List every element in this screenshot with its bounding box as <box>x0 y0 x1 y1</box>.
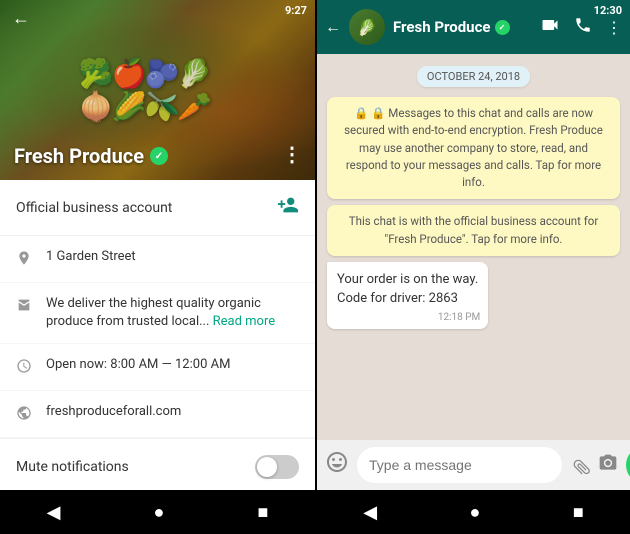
clock-icon <box>16 358 32 378</box>
official-business-label: Official business account <box>16 200 172 216</box>
message-text: Your order is on the way.Code for driver… <box>337 272 478 307</box>
recents-nav-icon[interactable]: ■ <box>258 502 269 523</box>
chat-body: OCTOBER 24, 2018 🔒 🔒 Messages to this ch… <box>317 54 630 440</box>
official-account-notice[interactable]: This chat is with the official business … <box>327 205 620 256</box>
message-timestamp: 12:18 PM <box>438 310 480 325</box>
profile-hero-image: ← 9:27 Fresh Produce ✓ ⋮ <box>0 0 315 180</box>
official-business-row: Official business account <box>0 180 315 236</box>
location-item: 1 Garden Street <box>0 236 315 283</box>
date-chip: OCTOBER 24, 2018 <box>417 66 530 87</box>
system-message-text: 🔒 Messages to this chat and calls are no… <box>344 106 603 189</box>
right-status-time: 12:30 <box>594 4 622 17</box>
right-home-nav-icon[interactable]: ● <box>470 502 481 523</box>
check-icon: ✓ <box>155 151 163 162</box>
camera-button[interactable] <box>598 453 618 478</box>
chat-back-button[interactable]: ← <box>325 17 341 37</box>
right-panel: ← 🥬 Fresh Produce ✓ <box>317 0 630 534</box>
phone-call-button[interactable] <box>574 16 592 38</box>
store-icon <box>16 297 32 317</box>
chat-message-bubble: Your order is on the way.Code for driver… <box>327 262 488 329</box>
header-actions: ⋮ <box>540 15 622 39</box>
right-back-nav-icon[interactable]: ◀ <box>363 502 377 523</box>
verified-badge: ✓ <box>150 147 168 165</box>
contact-name-row: Fresh Produce ✓ <box>393 18 532 36</box>
overflow-menu-icon[interactable]: ⋮ <box>606 18 622 37</box>
location-text: 1 Garden Street <box>46 248 136 266</box>
description-item: We deliver the highest quality organic p… <box>0 283 315 344</box>
message-input[interactable] <box>357 447 562 483</box>
contact-name: Fresh Produce <box>393 18 491 36</box>
info-section: 1 Garden Street We deliver the highest q… <box>0 236 315 439</box>
video-call-button[interactable] <box>540 15 560 39</box>
contact-avatar[interactable]: 🥬 <box>349 9 385 45</box>
back-button[interactable]: ← <box>12 8 30 29</box>
mic-button[interactable] <box>626 446 630 484</box>
mute-toggle[interactable] <box>255 455 299 479</box>
avatar-emoji: 🥬 <box>357 18 377 37</box>
mute-notifications-row[interactable]: Mute notifications <box>0 439 315 490</box>
profile-name-section: Fresh Produce ✓ <box>14 144 168 168</box>
chat-header: ← 🥬 Fresh Produce ✓ <box>317 0 630 54</box>
lock-icon: 🔒 <box>354 106 368 120</box>
left-nav-bar: ◀ ● ■ <box>0 490 315 534</box>
right-nav-bar: ◀ ● ■ <box>317 490 630 534</box>
profile-content: Official business account 1 Garden Stree… <box>0 180 315 490</box>
globe-icon <box>16 405 32 425</box>
back-nav-icon[interactable]: ◀ <box>47 502 61 523</box>
emoji-picker-button[interactable] <box>325 450 349 480</box>
website-item[interactable]: freshproduceforall.com <box>0 391 315 438</box>
official-message-text: This chat is with the official business … <box>349 214 598 245</box>
description-text: We deliver the highest quality organic p… <box>46 295 299 331</box>
location-icon <box>16 250 32 270</box>
mute-label: Mute notifications <box>16 459 129 475</box>
message-input-bar <box>317 440 630 490</box>
add-contact-button[interactable] <box>277 194 299 221</box>
overflow-menu-button[interactable]: ⋮ <box>282 142 303 166</box>
hours-text: Open now: 8:00 AM — 12:00 AM <box>46 356 230 374</box>
left-top-bar: ← <box>0 0 315 33</box>
encryption-notice[interactable]: 🔒 🔒 Messages to this chat and calls are … <box>327 97 620 199</box>
settings-section: Mute notifications Custom notifications <box>0 439 315 490</box>
contact-info[interactable]: Fresh Produce ✓ <box>393 18 532 36</box>
chat-verified-badge: ✓ <box>495 20 510 35</box>
right-recents-nav-icon[interactable]: ■ <box>573 502 584 523</box>
home-nav-icon[interactable]: ● <box>154 502 165 523</box>
attach-button[interactable] <box>564 449 596 481</box>
hours-item: Open now: 8:00 AM — 12:00 AM <box>0 344 315 391</box>
right-header-wrapper: ← 🥬 Fresh Produce ✓ <box>317 0 630 54</box>
profile-name: Fresh Produce <box>14 144 144 168</box>
read-more-link[interactable]: Read more <box>213 314 276 329</box>
left-panel: ← 9:27 Fresh Produce ✓ ⋮ Official busine… <box>0 0 315 534</box>
website-link[interactable]: freshproduceforall.com <box>46 403 181 421</box>
